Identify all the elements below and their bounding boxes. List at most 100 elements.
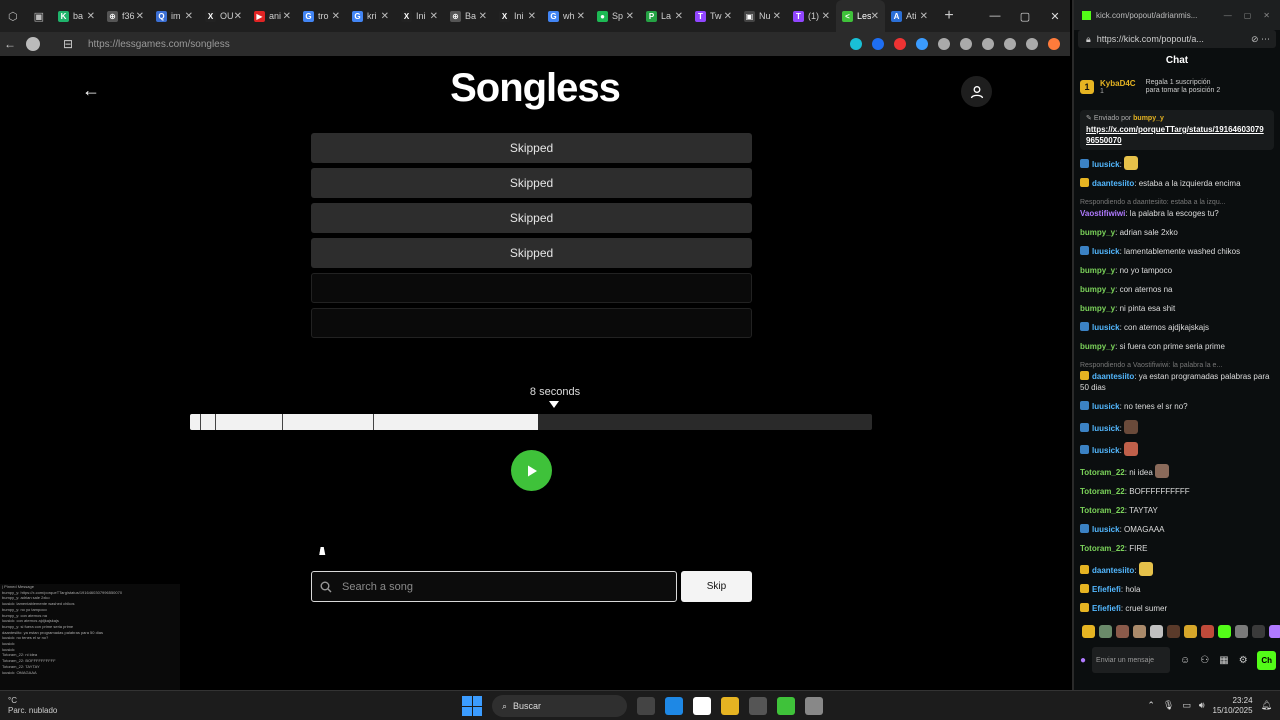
browser-tab[interactable]: ⊕ Ba ✕	[444, 0, 493, 32]
tab-close-icon[interactable]: ✕	[234, 11, 242, 22]
chat-username[interactable]: Vaostifiwiwi	[1080, 209, 1125, 218]
workspaces-icon[interactable]: ⬡	[8, 10, 18, 23]
chat-username[interactable]: luusick	[1092, 402, 1120, 411]
tab-close-icon[interactable]: ✕	[773, 11, 781, 22]
new-tab-button[interactable]: +	[934, 7, 964, 25]
taskbar-app-icon[interactable]	[749, 697, 767, 715]
browser-tab[interactable]: P La ✕	[640, 0, 689, 32]
tab-close-icon[interactable]: ✕	[87, 11, 95, 22]
tab-close-icon[interactable]: ✕	[871, 11, 879, 22]
browser-tab[interactable]: X OU ✕	[199, 0, 248, 32]
play-button[interactable]	[511, 450, 552, 491]
browser-tab[interactable]: ⊕ f36 ✕	[101, 0, 150, 32]
kick-url-bar[interactable]: 🔒︎ https://kick.com/popout/a... ⊘ ⋯	[1078, 30, 1276, 48]
browser-tab[interactable]: X Ini ✕	[493, 0, 542, 32]
pinned-link[interactable]: https://x.com/porqueTTarg/status/1916460…	[1086, 124, 1268, 146]
tab-close-icon[interactable]: ✕	[381, 11, 389, 22]
profile-avatar-icon[interactable]	[26, 37, 40, 51]
emote-icon[interactable]	[1082, 625, 1095, 638]
chat-username[interactable]: luusick	[1092, 323, 1120, 332]
kick-maximize-button[interactable]: ▢	[1244, 11, 1252, 20]
chat-username[interactable]: luusick	[1092, 247, 1120, 256]
browser-tab[interactable]: ● Sp ✕	[591, 0, 640, 32]
taskbar-search[interactable]: ⌕ Buscar	[492, 695, 627, 717]
tab-close-icon[interactable]: ✕	[724, 11, 732, 22]
skip-button[interactable]: Skip	[681, 571, 752, 602]
calendar-icon[interactable]: ▦	[1219, 655, 1228, 666]
users-icon[interactable]: ⚇	[1200, 655, 1209, 666]
taskbar-app-icon[interactable]	[805, 697, 823, 715]
chat-send-button[interactable]: Ch	[1257, 650, 1276, 670]
song-search-input[interactable]	[342, 580, 642, 593]
start-menu-icon[interactable]	[462, 696, 482, 716]
tray-chevron-icon[interactable]: ⌃	[1147, 700, 1155, 711]
browser-tab[interactable]: Gtro ✕	[297, 0, 346, 32]
browser-tab[interactable]: ▣ Nu ✕	[738, 0, 787, 32]
chat-message-input[interactable]: Enviar un mensaje	[1092, 647, 1171, 673]
chat-username[interactable]: luusick	[1092, 446, 1120, 455]
taskbar-app-icon[interactable]	[693, 697, 711, 715]
emote-icon[interactable]	[1133, 625, 1146, 638]
browser-tab[interactable]: A Ati ✕	[885, 0, 934, 32]
chat-username[interactable]: bumpy_y	[1080, 285, 1115, 294]
song-timeline[interactable]	[190, 414, 872, 430]
taskbar-app-icon[interactable]	[721, 697, 739, 715]
tab-close-icon[interactable]: ✕	[332, 11, 340, 22]
browser-tab[interactable]: Kba ✕	[52, 0, 101, 32]
extension-icon[interactable]	[960, 38, 972, 50]
taskbar-app-icon[interactable]	[637, 697, 655, 715]
chat-username[interactable]: Totoram_22	[1080, 506, 1125, 515]
browser-tab[interactable]: T (1) ✕	[787, 0, 836, 32]
extension-icon[interactable]	[938, 38, 950, 50]
emote-icon[interactable]	[1184, 625, 1197, 638]
tab-close-icon[interactable]: ✕	[430, 11, 438, 22]
browser-tab[interactable]: < Les ✕	[836, 0, 885, 32]
taskbar-app-icon[interactable]	[665, 697, 683, 715]
tab-close-icon[interactable]: ✕	[626, 11, 634, 22]
chat-username[interactable]: daantesiito	[1092, 372, 1134, 381]
site-info-icon[interactable]: ⊟	[58, 37, 78, 51]
emoji-icon[interactable]: ☺	[1180, 655, 1190, 666]
mic-tray-icon[interactable]: 🎙︎	[1163, 700, 1174, 711]
emote-icon[interactable]	[1116, 625, 1129, 638]
volume-icon[interactable]: 🔊︎	[1199, 700, 1205, 711]
browser-tab[interactable]: Qim ✕	[150, 0, 199, 32]
tab-close-icon[interactable]: ✕	[283, 11, 291, 22]
chat-username[interactable]: bumpy_y	[1080, 304, 1115, 313]
extension-icon[interactable]	[1026, 38, 1038, 50]
emote-icon[interactable]	[1235, 625, 1248, 638]
minimize-button[interactable]: —	[980, 10, 1010, 23]
emote-icon[interactable]	[1099, 625, 1112, 638]
chat-username[interactable]: Totoram_22	[1080, 487, 1125, 496]
chat-username[interactable]: bumpy_y	[1080, 228, 1115, 237]
browser-tab[interactable]: X Ini ✕	[395, 0, 444, 32]
mic-icon[interactable]: ●	[1080, 655, 1086, 666]
extension-icon[interactable]	[872, 38, 884, 50]
weather-widget[interactable]: °C Parc. nublado	[0, 696, 120, 716]
browser-tab[interactable]: T Tw ✕	[689, 0, 738, 32]
notifications-icon[interactable]: 🔔︎	[1261, 700, 1272, 711]
extension-icon[interactable]	[894, 38, 906, 50]
emote-icon[interactable]	[1167, 625, 1180, 638]
chat-username[interactable]: luusick	[1092, 525, 1120, 534]
browser-tab[interactable]: Gkri ✕	[346, 0, 395, 32]
kick-url-actions[interactable]: ⊘ ⋯	[1251, 34, 1276, 45]
emote-icon[interactable]	[1150, 625, 1163, 638]
songless-logo[interactable]: Songless	[0, 66, 1070, 111]
tab-close-icon[interactable]: ✕	[577, 11, 585, 22]
maximize-button[interactable]: ▢	[1010, 10, 1040, 23]
emote-icon[interactable]	[1252, 625, 1265, 638]
settings-icon[interactable]: ⚙	[1239, 655, 1248, 666]
taskbar-app-icon[interactable]	[777, 697, 795, 715]
tab-close-icon[interactable]: ✕	[479, 11, 487, 22]
extension-icon[interactable]	[850, 38, 862, 50]
extension-icon[interactable]	[1048, 38, 1060, 50]
gift-leaderboard[interactable]: 1 KybaD4C 1 Regala 1 suscripción para to…	[1080, 72, 1274, 102]
chat-username[interactable]: bumpy_y	[1080, 266, 1115, 275]
browser-tab[interactable]: Gwh ✕	[542, 0, 591, 32]
close-window-button[interactable]: ✕	[1040, 10, 1070, 23]
tab-close-icon[interactable]: ✕	[528, 11, 536, 22]
url-field[interactable]: https://lessgames.com/songless	[88, 39, 230, 50]
tab-close-icon[interactable]: ✕	[136, 11, 144, 22]
extension-icon[interactable]	[982, 38, 994, 50]
